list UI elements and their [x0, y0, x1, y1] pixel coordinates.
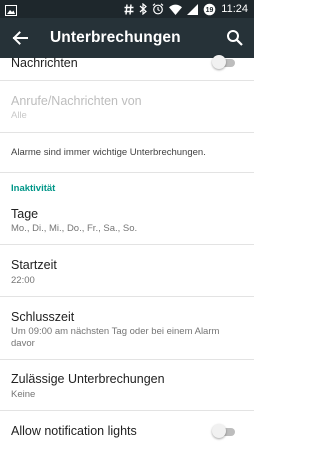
divider [0, 359, 254, 360]
signal-icon [187, 0, 199, 18]
search-icon[interactable] [224, 27, 246, 49]
image-icon [5, 3, 17, 16]
hash-icon [124, 0, 134, 18]
setting-title: Zulässige Unterbrechungen [11, 372, 165, 386]
arrow-back-icon[interactable] [9, 27, 31, 49]
setting-title: Tage [11, 207, 39, 221]
alarm-note: Alarme sind immer wichtige Unterbrechung… [11, 147, 206, 158]
setting-title: Allow notification lights [11, 424, 137, 438]
setting-title: Nachrichten [11, 56, 78, 70]
svg-text:19: 19 [206, 7, 214, 14]
setting-value: 22:00 [11, 275, 35, 286]
setting-title: Startzeit [11, 258, 57, 272]
bluetooth-icon [139, 0, 148, 18]
setting-title: Anrufe/Nachrichten von [11, 94, 142, 108]
wifi-icon [169, 0, 183, 18]
setting-zulaessige-unterbrechungen[interactable]: Zulässige Unterbrechungen Keine [0, 361, 254, 407]
page-title: Unterbrechungen [50, 29, 181, 46]
setting-title: Schlusszeit [11, 310, 75, 324]
section-header-inaktivitaet: Inaktivität [11, 183, 56, 194]
setting-startzeit[interactable]: Startzeit 22:00 [0, 246, 254, 294]
divider [0, 410, 254, 411]
setting-value: Alle [11, 110, 27, 121]
setting-schlusszeit[interactable]: Schlusszeit Um 09:00 am nächsten Tag ode… [0, 298, 254, 358]
toggle-thumb [212, 55, 226, 69]
divider [0, 296, 254, 297]
divider [0, 172, 254, 173]
status-bar: 19 11:24 [0, 0, 254, 18]
setting-value: Um 09:00 am nächsten Tag oder bei einem … [11, 326, 220, 349]
divider [0, 132, 254, 133]
app-bar: Unterbrechungen [0, 18, 254, 58]
setting-anrufe: Anrufe/Nachrichten von Alle [0, 92, 254, 126]
status-time: 11:24 [221, 3, 248, 15]
alarm-icon [152, 0, 164, 18]
battery-icon: 19 [203, 0, 216, 18]
setting-nachrichten[interactable]: Nachrichten [0, 55, 254, 72]
setting-notification-lights[interactable]: Allow notification lights [0, 412, 254, 450]
toggle-thumb [212, 424, 226, 438]
divider [0, 80, 254, 81]
setting-tage[interactable]: Tage Mo., Di., Mi., Do., Fr., Sa., So. [0, 198, 254, 242]
setting-value: Keine [11, 389, 36, 400]
divider [0, 244, 254, 245]
notification-lights-toggle[interactable] [212, 424, 238, 440]
setting-value: Mo., Di., Mi., Do., Fr., Sa., So. [11, 223, 138, 234]
nachrichten-toggle[interactable] [212, 55, 238, 71]
